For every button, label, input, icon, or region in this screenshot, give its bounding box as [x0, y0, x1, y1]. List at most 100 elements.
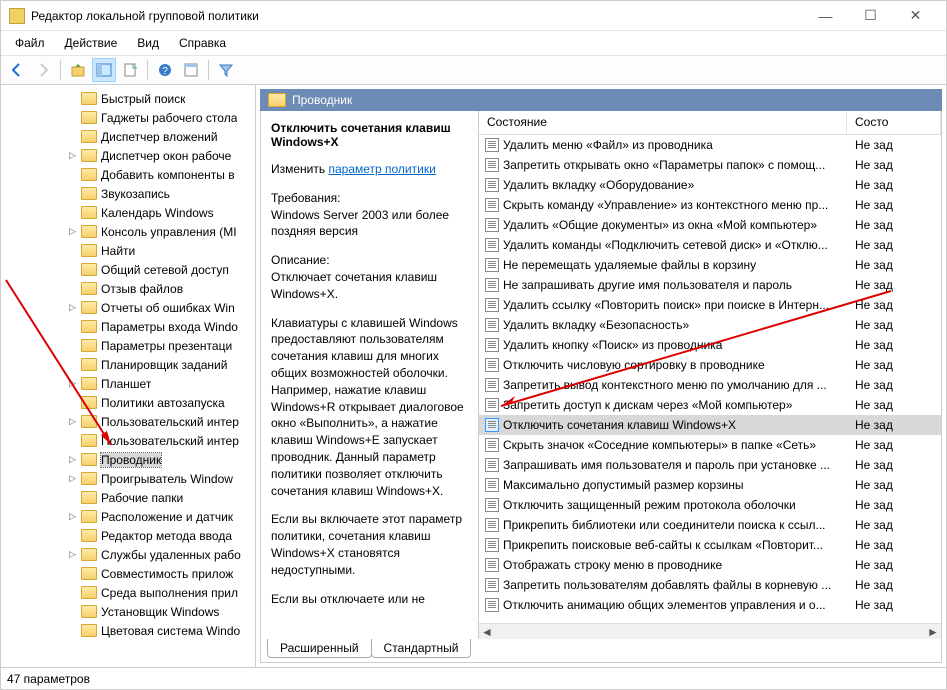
- tree-item[interactable]: ▷Пользовательский интер: [1, 412, 255, 431]
- expander-icon[interactable]: ▷: [69, 150, 81, 161]
- expander-icon[interactable]: ▷: [69, 549, 81, 560]
- list-row[interactable]: Максимально допустимый размер корзиныНе …: [479, 475, 941, 495]
- list-row[interactable]: Не запрашивать другие имя пользователя и…: [479, 275, 941, 295]
- folder-icon: [268, 93, 286, 107]
- expander-icon[interactable]: ▷: [69, 378, 81, 389]
- tree-item-label: Расположение и датчик: [101, 510, 233, 524]
- folder-icon: [81, 111, 97, 124]
- list-header: Состояние Состо: [479, 111, 941, 135]
- tree-item[interactable]: Пользовательский интер: [1, 431, 255, 450]
- list-row[interactable]: Запретить вывод контекстного меню по умо…: [479, 375, 941, 395]
- list-body[interactable]: Удалить меню «Файл» из проводникаНе задЗ…: [479, 135, 941, 623]
- list-row[interactable]: Скрыть команду «Управление» из контекстн…: [479, 195, 941, 215]
- menu-help[interactable]: Справка: [169, 33, 236, 53]
- tree-item[interactable]: Календарь Windows: [1, 203, 255, 222]
- back-button[interactable]: [5, 58, 29, 82]
- list-row[interactable]: Удалить ссылку «Повторить поиск» при пои…: [479, 295, 941, 315]
- list-row[interactable]: Запретить доступ к дискам через «Мой ком…: [479, 395, 941, 415]
- list-row[interactable]: Отключить анимацию общих элементов управ…: [479, 595, 941, 615]
- close-button[interactable]: ✕: [893, 2, 938, 30]
- scroll-right-icon[interactable]: ►: [925, 624, 941, 640]
- list-row[interactable]: Удалить команды «Подключить сетевой диск…: [479, 235, 941, 255]
- menu-view[interactable]: Вид: [127, 33, 169, 53]
- list-row[interactable]: Удалить меню «Файл» из проводникаНе зад: [479, 135, 941, 155]
- tree-item[interactable]: ▷Проигрыватель Window: [1, 469, 255, 488]
- edit-policy-link[interactable]: параметр политики: [328, 162, 435, 176]
- horizontal-scrollbar[interactable]: ◄ ►: [479, 623, 941, 639]
- up-button[interactable]: [66, 58, 90, 82]
- expander-icon[interactable]: ▷: [69, 511, 81, 522]
- list-row[interactable]: Скрыть значок «Соседние компьютеры» в па…: [479, 435, 941, 455]
- list-row[interactable]: Отключить защищенный режим протокола обо…: [479, 495, 941, 515]
- list-row[interactable]: Прикрепить библиотеки или соединители по…: [479, 515, 941, 535]
- tree-item[interactable]: ▷Планшет: [1, 374, 255, 393]
- list-row[interactable]: Удалить вкладку «Оборудование»Не зад: [479, 175, 941, 195]
- tree-item[interactable]: Среда выполнения прил: [1, 583, 255, 602]
- tree-item[interactable]: Добавить компоненты в: [1, 165, 255, 184]
- menu-file[interactable]: Файл: [5, 33, 55, 53]
- tree-item-label: Гаджеты рабочего стола: [101, 111, 237, 125]
- show-hide-tree-button[interactable]: [92, 58, 116, 82]
- tree-item[interactable]: Политики автозапуска: [1, 393, 255, 412]
- filter-button[interactable]: [214, 58, 238, 82]
- expander-icon[interactable]: ▷: [69, 473, 81, 484]
- expander-icon[interactable]: ▷: [69, 416, 81, 427]
- policy-name: Отключить защищенный режим протокола обо…: [503, 498, 847, 512]
- tree-item[interactable]: Гаджеты рабочего стола: [1, 108, 255, 127]
- list-row[interactable]: Запретить открывать окно «Параметры папо…: [479, 155, 941, 175]
- tree-item[interactable]: Установщик Windows: [1, 602, 255, 621]
- tree-item[interactable]: Диспетчер вложений: [1, 127, 255, 146]
- tree-item[interactable]: ▷Отчеты об ошибках Win: [1, 298, 255, 317]
- list-row[interactable]: Удалить «Общие документы» из окна «Мой к…: [479, 215, 941, 235]
- list-row[interactable]: Запретить пользователям добавлять файлы …: [479, 575, 941, 595]
- tree-item[interactable]: Планировщик заданий: [1, 355, 255, 374]
- tab-standard[interactable]: Стандартный: [371, 639, 472, 658]
- expander-icon[interactable]: ▷: [69, 454, 81, 465]
- menu-action[interactable]: Действие: [55, 33, 128, 53]
- column-state[interactable]: Состояние: [479, 111, 847, 134]
- expander-icon[interactable]: ▷: [69, 226, 81, 237]
- minimize-button[interactable]: —: [803, 2, 848, 30]
- list-row[interactable]: Удалить вкладку «Безопасность»Не зад: [479, 315, 941, 335]
- tree-item[interactable]: Цветовая система Windo: [1, 621, 255, 640]
- list-row[interactable]: Не перемещать удаляемые файлы в корзинуН…: [479, 255, 941, 275]
- tree-item[interactable]: Найти: [1, 241, 255, 260]
- properties-button[interactable]: [179, 58, 203, 82]
- tree-item[interactable]: Редактор метода ввода: [1, 526, 255, 545]
- scroll-left-icon[interactable]: ◄: [479, 624, 495, 640]
- tree-item[interactable]: ▷Службы удаленных рабо: [1, 545, 255, 564]
- tree-item[interactable]: Звукозапись: [1, 184, 255, 203]
- tree-item[interactable]: ▷Диспетчер окон рабоче: [1, 146, 255, 165]
- list-row[interactable]: Отключить числовую сортировку в проводни…: [479, 355, 941, 375]
- tree-item[interactable]: Отзыв файлов: [1, 279, 255, 298]
- tree-item[interactable]: Параметры входа Windo: [1, 317, 255, 336]
- column-state2[interactable]: Состо: [847, 111, 941, 134]
- tree-item-label: Пользовательский интер: [101, 434, 239, 448]
- help-button[interactable]: ?: [153, 58, 177, 82]
- tab-extended[interactable]: Расширенный: [267, 639, 372, 658]
- policy-state: Не зад: [847, 578, 893, 592]
- export-list-button[interactable]: [118, 58, 142, 82]
- list-row[interactable]: Прикрепить поисковые веб-сайты к ссылкам…: [479, 535, 941, 555]
- policy-name: Прикрепить поисковые веб-сайты к ссылкам…: [503, 538, 847, 552]
- maximize-button[interactable]: ☐: [848, 2, 893, 30]
- policy-name: Удалить команды «Подключить сетевой диск…: [503, 238, 847, 252]
- tree-item[interactable]: Совместимость прилож: [1, 564, 255, 583]
- tree-item[interactable]: Быстрый поиск: [1, 89, 255, 108]
- list-row[interactable]: Запрашивать имя пользователя и пароль пр…: [479, 455, 941, 475]
- forward-button[interactable]: [31, 58, 55, 82]
- tree-item[interactable]: Общий сетевой доступ: [1, 260, 255, 279]
- list-row[interactable]: Отображать строку меню в проводникеНе за…: [479, 555, 941, 575]
- tree-item[interactable]: ▷ Расположение и датчик: [1, 507, 255, 526]
- list-row[interactable]: Отключить сочетания клавиш Windows+XНе з…: [479, 415, 941, 435]
- tree-item[interactable]: ▷Проводник: [1, 450, 255, 469]
- policy-state: Не зад: [847, 218, 893, 232]
- folder-icon: [81, 320, 97, 333]
- list-row[interactable]: Удалить кнопку «Поиск» из проводникаНе з…: [479, 335, 941, 355]
- tree-item[interactable]: Параметры презентаци: [1, 336, 255, 355]
- policy-name: Не запрашивать другие имя пользователя и…: [503, 278, 847, 292]
- tree-item[interactable]: Рабочие папки: [1, 488, 255, 507]
- expander-icon[interactable]: ▷: [69, 302, 81, 313]
- tree-pane[interactable]: Быстрый поиск Гаджеты рабочего стола Диспе…: [1, 85, 256, 667]
- tree-item[interactable]: ▷Консоль управления (MI: [1, 222, 255, 241]
